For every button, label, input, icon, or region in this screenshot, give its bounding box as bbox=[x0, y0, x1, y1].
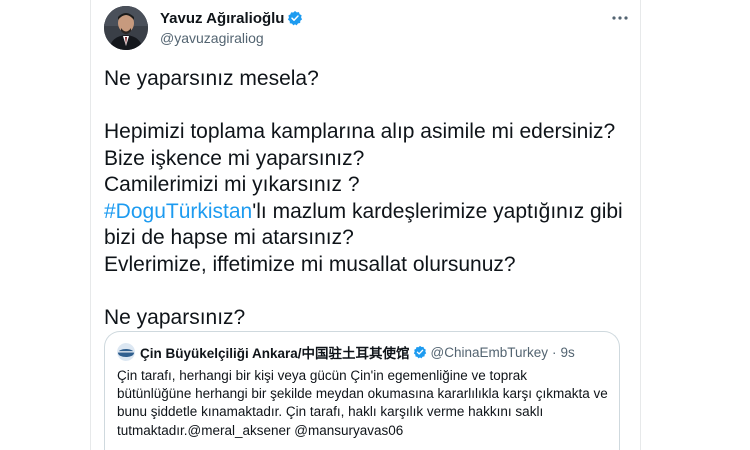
tweet-line: Ne yaparsınız? bbox=[104, 305, 246, 329]
quoted-tweet[interactable]: Çin Büyükelçiliği Ankara/中国驻土耳其使馆 @China… bbox=[104, 331, 620, 450]
quoted-author-avatar bbox=[117, 343, 135, 361]
tweet-line-rest: 'lı mazlum kardeşlerimize yaptığınız gib… bbox=[252, 199, 623, 223]
verified-badge-icon bbox=[287, 10, 303, 26]
verified-badge-icon bbox=[413, 345, 427, 359]
quoted-author-handle: @ChinaEmbTurkey bbox=[430, 344, 549, 360]
tweet-line: bizi de hapse mi atarsınız? bbox=[104, 226, 354, 249]
quoted-tweet-line: bunu şiddetle kınamaktadır. Çin tarafı, … bbox=[117, 404, 544, 420]
quoted-separator: · bbox=[552, 344, 557, 360]
quoted-tweet-line: tutmaktadır.@meral_aksener @mansuryavas0… bbox=[117, 422, 404, 438]
tweet-line: Evlerimize, iffetimize mi musallat olurs… bbox=[104, 252, 516, 276]
tweet-line: Hepimizi toplama kamplarına alıp asimile… bbox=[104, 120, 616, 143]
quoted-timestamp: 9s bbox=[560, 344, 575, 360]
tweet-line-gap bbox=[104, 93, 632, 120]
author-handle[interactable]: @yavuzagiraliog bbox=[160, 30, 303, 46]
quoted-author-name: Çin Büyükelçiliği Ankara/中国驻土耳其使馆 bbox=[140, 346, 410, 361]
more-options-icon[interactable] bbox=[610, 8, 630, 28]
quoted-tweet-line: bütünlüğüne herhangi bir şekilde meydan … bbox=[117, 386, 608, 402]
tweet-line: #DoguTürkistan'lı mazlum kardeşlerimize … bbox=[104, 199, 632, 226]
tweet-page: Yavuz Ağıralioğlu @yavuzagiraliog Ne yap… bbox=[0, 0, 750, 450]
quoted-tweet-text: Çin tarafı, herhangi bir kişi veya gücün… bbox=[117, 367, 608, 440]
tweet-line: Ne yaparsınız mesela? bbox=[104, 67, 319, 90]
author-display-name[interactable]: Yavuz Ağıralioğlu bbox=[160, 10, 284, 27]
quoted-tweet-header: Çin Büyükelçiliği Ankara/中国驻土耳其使馆 @China… bbox=[117, 342, 607, 362]
tweet-text: Ne yaparsınız mesela? Hepimizi toplama k… bbox=[104, 66, 632, 331]
tweet-header: Yavuz Ağıralioğlu @yavuzagiraliog bbox=[104, 6, 630, 50]
quoted-tweet-line: Çin tarafı, herhangi bir kişi veya gücün… bbox=[117, 368, 528, 383]
timeline-left-border bbox=[90, 0, 91, 450]
tweet-line: Camilerimizi mi yıkarsınız ? bbox=[104, 173, 360, 196]
display-name-row: Yavuz Ağıralioğlu bbox=[160, 8, 303, 28]
tweet-line-gap bbox=[104, 278, 632, 305]
tweet-line: Bize işkence mi yaparsınız? bbox=[104, 146, 365, 170]
hashtag-link[interactable]: #DoguTürkistan bbox=[104, 200, 252, 223]
author-avatar[interactable] bbox=[104, 6, 148, 50]
timeline-right-border bbox=[640, 0, 641, 450]
author-name-block: Yavuz Ağıralioğlu @yavuzagiraliog bbox=[160, 8, 303, 46]
